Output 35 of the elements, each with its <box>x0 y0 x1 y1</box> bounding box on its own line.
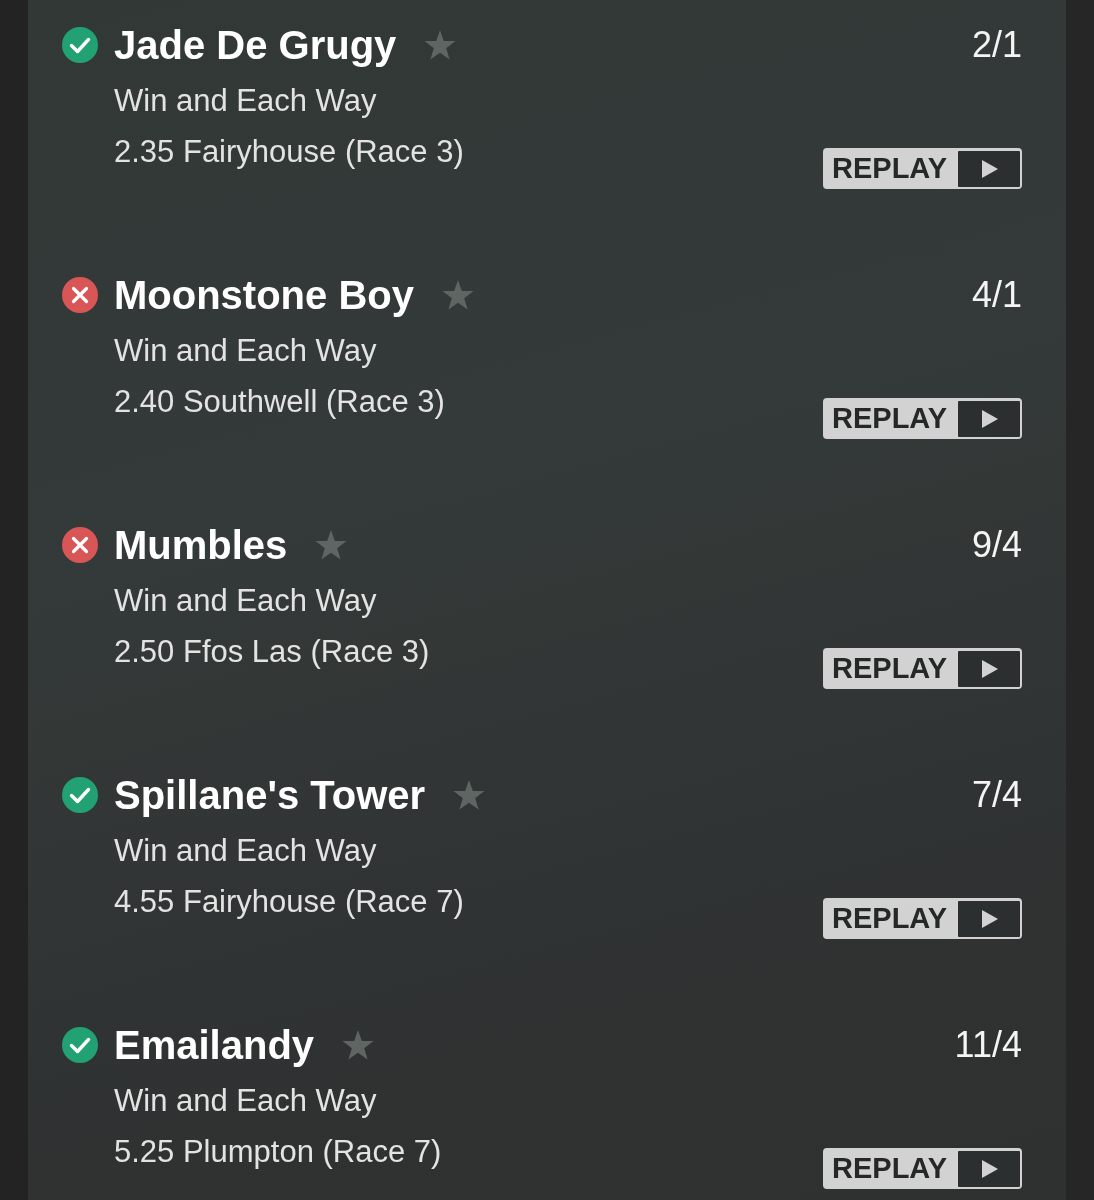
replay-button[interactable]: REPLAY <box>823 1148 1022 1189</box>
bet-type: Win and Each Way <box>114 832 378 870</box>
odds: 9/4 <box>971 523 1022 567</box>
play-icon <box>958 650 1020 687</box>
bet-type: Win and Each Way <box>114 582 378 620</box>
horse-name: Moonstone Boy <box>114 272 414 319</box>
star-icon[interactable] <box>442 279 474 311</box>
star-icon[interactable] <box>453 779 486 811</box>
play-icon <box>958 400 1020 437</box>
horse-name: Mumbles <box>114 522 288 569</box>
bet-type: Win and Each Way <box>114 332 378 370</box>
horse-name: Emailandy <box>114 1022 315 1069</box>
race-info: 2.50 Ffos Las (Race 3) <box>114 633 431 671</box>
odds: 7/4 <box>971 773 1022 817</box>
star-icon[interactable] <box>315 529 348 561</box>
race-info: 5.25 Plumpton (Race 7) <box>114 1133 443 1171</box>
bet-type: Win and Each Way <box>114 82 378 120</box>
replay-button[interactable]: REPLAY <box>823 648 1022 689</box>
replay-button[interactable]: REPLAY <box>823 148 1022 189</box>
odds: 2/1 <box>971 23 1022 67</box>
race-info: 2.35 Fairyhouse (Race 3) <box>114 133 465 171</box>
replay-button[interactable]: REPLAY <box>823 398 1022 439</box>
race-info: 4.55 Fairyhouse (Race 7) <box>114 883 465 921</box>
horse-name: Jade De Grugy <box>114 22 397 69</box>
play-icon <box>958 150 1020 187</box>
odds: 4/1 <box>971 273 1022 317</box>
star-icon[interactable] <box>342 1029 375 1061</box>
race-info: 2.40 Southwell (Race 3) <box>114 383 446 421</box>
horse-name: Spillane's Tower <box>114 772 426 819</box>
odds: 11/4 <box>954 1023 1022 1067</box>
play-icon <box>958 900 1020 937</box>
play-icon <box>958 1150 1020 1187</box>
star-icon[interactable] <box>424 29 457 61</box>
replay-button[interactable]: REPLAY <box>823 898 1022 939</box>
bet-type: Win and Each Way <box>114 1082 378 1120</box>
